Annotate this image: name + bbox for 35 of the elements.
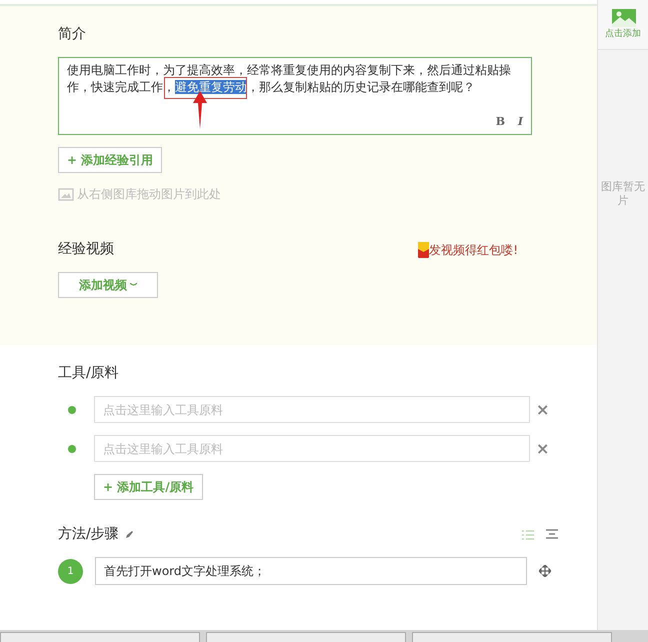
move-icon[interactable] — [539, 565, 551, 577]
section-heading: 经验视频 — [58, 240, 114, 259]
bold-button[interactable]: B — [496, 113, 505, 130]
tool-input-field[interactable]: 点击这里输入工具原料 — [94, 396, 530, 423]
add-image-link[interactable]: 点击添加 — [605, 28, 641, 42]
caret-icon — [130, 283, 137, 287]
text-editor[interactable]: 使用电脑工作时，为了提高效率，经常将重复使用的内容复制下来，然后通过粘贴操作，快速完成工作，避免重复劳动，那么复制粘贴的历史记录在哪能查到呢？ B I — [58, 57, 532, 135]
remove-button[interactable]: × — [536, 398, 550, 422]
section-heading: 工具/原料 — [58, 364, 120, 383]
add-tool-button[interactable]: + 添加工具/原料 — [94, 474, 203, 500]
bullet-dot — [68, 444, 76, 452]
bullet-dot — [68, 406, 76, 414]
collapse-icon[interactable] — [546, 528, 558, 540]
remove-button[interactable]: × — [536, 436, 550, 460]
drop-hint: 从右侧图库拖动图片到此处 — [77, 186, 221, 203]
tool-input-field[interactable]: 点击这里输入工具原料 — [94, 435, 530, 462]
section-heading: 方法/步骤 — [58, 525, 119, 544]
add-image-icon[interactable] — [609, 8, 637, 28]
pencil-icon[interactable] — [124, 530, 134, 539]
envelope-icon — [418, 242, 430, 258]
add-reference-button[interactable]: + 添加经验引用 — [58, 147, 162, 173]
empty-gallery-text: 图库暂无片 — [600, 180, 646, 208]
taskbar-button[interactable] — [412, 632, 612, 642]
annotation-arrow — [192, 91, 208, 129]
add-video-button[interactable]: 添加视频 — [58, 272, 158, 298]
step-number: 1 — [58, 558, 83, 584]
image-icon — [58, 188, 74, 200]
list-icon[interactable] — [522, 528, 534, 540]
taskbar-button[interactable] — [0, 632, 200, 642]
italic-button[interactable]: I — [518, 113, 523, 130]
intro-text: 使用电脑工作时，为了提高效率，经常将重复使用的内容复制下来，然后通过粘贴操作，快速完成工作，避免重复劳动，那么复制粘贴的历史记录在哪能查到呢？ — [67, 62, 512, 96]
taskbar-button[interactable] — [206, 632, 406, 642]
section-heading: 简介 — [58, 25, 87, 44]
promo-link[interactable]: 发视频得红包喽! — [429, 240, 518, 258]
step-input-field[interactable]: 首先打开word文字处理系统； — [95, 557, 527, 585]
